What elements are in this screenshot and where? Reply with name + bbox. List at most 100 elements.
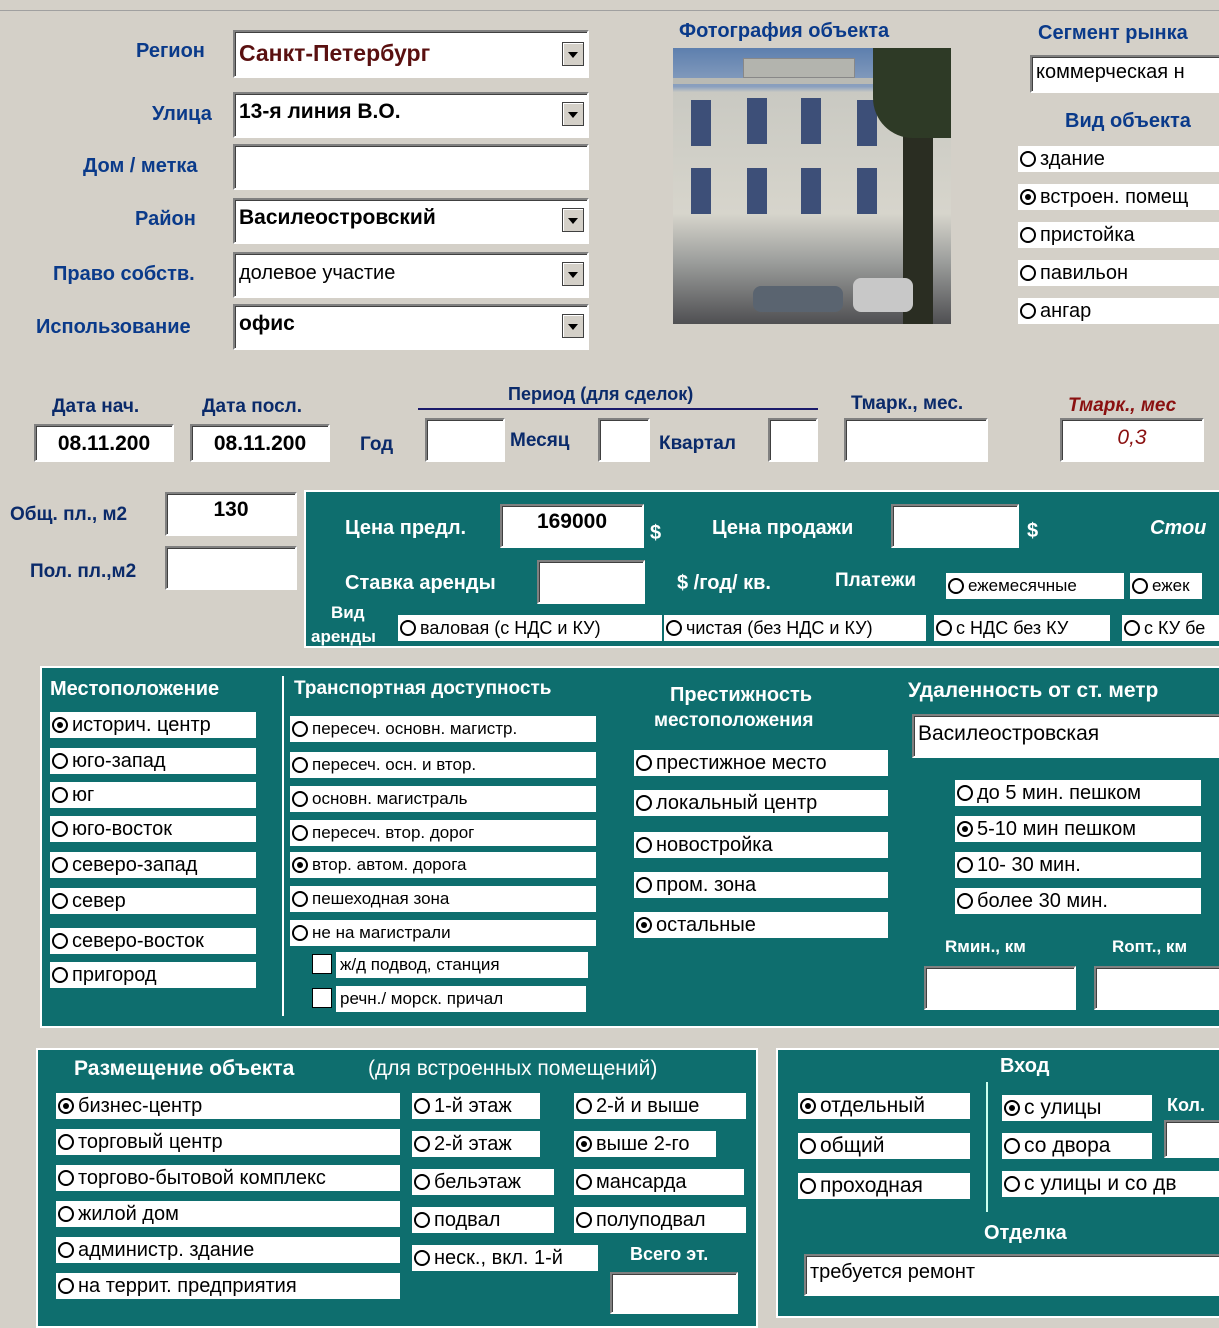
transport-option[interactable]: втор. автом. дорога	[290, 852, 596, 878]
chevron-down-icon[interactable]	[562, 262, 584, 286]
floor-option[interactable]: мансарда	[574, 1169, 744, 1195]
tmark-field[interactable]	[844, 418, 988, 462]
object-type-option[interactable]: пристойка	[1018, 222, 1219, 248]
radio-button-icon[interactable]	[1124, 620, 1140, 636]
segment-select[interactable]: коммерческая н	[1030, 55, 1219, 93]
radio-button-icon[interactable]	[948, 578, 964, 594]
radio-button-icon[interactable]	[1004, 1176, 1020, 1192]
location-option[interactable]: историч. центр	[50, 712, 256, 738]
location-option[interactable]: юго-восток	[50, 816, 256, 842]
radio-button-icon[interactable]	[800, 1178, 816, 1194]
radio-button-icon[interactable]	[52, 787, 68, 803]
radio-button-icon[interactable]	[414, 1136, 430, 1152]
radio-button-icon[interactable]	[58, 1242, 74, 1258]
year-field[interactable]	[425, 418, 505, 462]
count-field[interactable]	[1164, 1120, 1219, 1158]
radio-button-icon[interactable]	[1020, 265, 1036, 281]
radio-button-icon[interactable]	[957, 857, 973, 873]
radio-button-icon[interactable]	[52, 753, 68, 769]
payments-option[interactable]: ежемесячные	[946, 573, 1124, 599]
radio-button-icon[interactable]	[58, 1134, 74, 1150]
radio-button-icon[interactable]	[957, 785, 973, 801]
radio-button-icon[interactable]	[400, 620, 416, 636]
lease-type-option[interactable]: чистая (без НДС и КУ)	[664, 615, 926, 641]
transport-option[interactable]: основн. магистраль	[290, 786, 596, 812]
usage-select[interactable]: офис	[233, 304, 589, 350]
radio-button-icon[interactable]	[576, 1212, 592, 1228]
start-date-field[interactable]: 08.11.200	[34, 424, 174, 462]
prestige-option[interactable]: пром. зона	[634, 872, 888, 898]
radio-button-icon[interactable]	[292, 791, 308, 807]
checkbox-icon[interactable]	[312, 954, 332, 974]
radio-button-icon[interactable]	[58, 1098, 74, 1114]
prestige-option[interactable]: локальный центр	[634, 790, 888, 816]
offer-price-field[interactable]: 169000	[500, 504, 644, 548]
floor-option[interactable]: неск., вкл. 1-й	[412, 1245, 598, 1271]
radio-button-icon[interactable]	[52, 893, 68, 909]
street-select[interactable]: 13-я линия В.О.	[233, 92, 589, 138]
radio-button-icon[interactable]	[1004, 1100, 1020, 1116]
lease-type-option[interactable]: валовая (с НДС и КУ)	[398, 615, 662, 641]
tmark-calc-field[interactable]: 0,3	[1060, 418, 1204, 462]
radio-button-icon[interactable]	[414, 1212, 430, 1228]
radio-button-icon[interactable]	[1132, 578, 1148, 594]
radio-button-icon[interactable]	[666, 620, 682, 636]
total-area-field[interactable]: 130	[165, 492, 297, 536]
floor-option[interactable]: подвал	[412, 1207, 554, 1233]
radio-button-icon[interactable]	[292, 721, 308, 737]
month-field[interactable]	[598, 418, 650, 462]
sale-price-field[interactable]	[891, 504, 1019, 548]
radio-button-icon[interactable]	[800, 1138, 816, 1154]
transport-option[interactable]: пересеч. втор. дорог	[290, 820, 596, 846]
floor-option[interactable]: 2-й и выше	[574, 1093, 746, 1119]
radio-button-icon[interactable]	[292, 757, 308, 773]
transport-option[interactable]: пересеч. основн. магистр.	[290, 716, 596, 742]
radio-button-icon[interactable]	[636, 877, 652, 893]
metro-distance-option[interactable]: 5-10 мин пешком	[955, 816, 1201, 842]
lease-type-option[interactable]: с КУ бе	[1122, 615, 1219, 641]
district-select[interactable]: Василеостровский	[233, 198, 589, 244]
placement-option[interactable]: жилой дом	[56, 1201, 400, 1227]
radio-button-icon[interactable]	[576, 1136, 592, 1152]
radio-button-icon[interactable]	[1004, 1138, 1020, 1154]
radio-button-icon[interactable]	[957, 893, 973, 909]
ropt-field[interactable]	[1094, 966, 1219, 1010]
prestige-option[interactable]: престижное место	[634, 750, 888, 776]
entrance-from-option[interactable]: с улицы	[1002, 1095, 1152, 1121]
radio-button-icon[interactable]	[52, 967, 68, 983]
placement-option[interactable]: торговый центр	[56, 1129, 400, 1155]
object-type-option[interactable]: здание	[1018, 146, 1219, 172]
radio-button-icon[interactable]	[576, 1098, 592, 1114]
entrance-from-option[interactable]: со двора	[1002, 1133, 1152, 1159]
payments-option[interactable]: ежек	[1130, 573, 1202, 599]
total-floors-field[interactable]	[610, 1272, 738, 1314]
radio-button-icon[interactable]	[52, 717, 68, 733]
finish-select[interactable]: требуется ремонт	[804, 1254, 1219, 1296]
location-option[interactable]: север	[50, 888, 256, 914]
transport-option[interactable]: пешеходная зона	[290, 886, 596, 912]
radio-button-icon[interactable]	[414, 1250, 430, 1266]
radio-button-icon[interactable]	[636, 795, 652, 811]
radio-button-icon[interactable]	[58, 1206, 74, 1222]
placement-option[interactable]: бизнес-центр	[56, 1093, 400, 1119]
transport-option[interactable]: не на магистрали	[290, 920, 596, 946]
floor-option[interactable]: 1-й этаж	[412, 1093, 540, 1119]
floor-option[interactable]: 2-й этаж	[412, 1131, 540, 1157]
quarter-field[interactable]	[768, 418, 818, 462]
last-date-field[interactable]: 08.11.200	[190, 424, 330, 462]
metro-distance-option[interactable]: более 30 мин.	[955, 888, 1201, 914]
chevron-down-icon[interactable]	[562, 208, 584, 232]
radio-button-icon[interactable]	[292, 857, 308, 873]
transport-option[interactable]: пересеч. осн. и втор.	[290, 752, 596, 778]
region-select[interactable]: Санкт-Петербург	[233, 30, 589, 78]
lease-type-option[interactable]: с НДС без КУ	[934, 615, 1110, 641]
metro-station-select[interactable]: Василеостровская	[912, 714, 1219, 758]
metro-distance-option[interactable]: до 5 мин. пешком	[955, 780, 1201, 806]
placement-option[interactable]: администр. здание	[56, 1237, 400, 1263]
entrance-type-option[interactable]: общий	[798, 1133, 970, 1159]
rent-rate-field[interactable]	[537, 560, 645, 604]
radio-button-icon[interactable]	[52, 933, 68, 949]
floor-option[interactable]: полуподвал	[574, 1207, 746, 1233]
location-option[interactable]: северо-запад	[50, 852, 256, 878]
prestige-option[interactable]: новостройка	[634, 832, 888, 858]
